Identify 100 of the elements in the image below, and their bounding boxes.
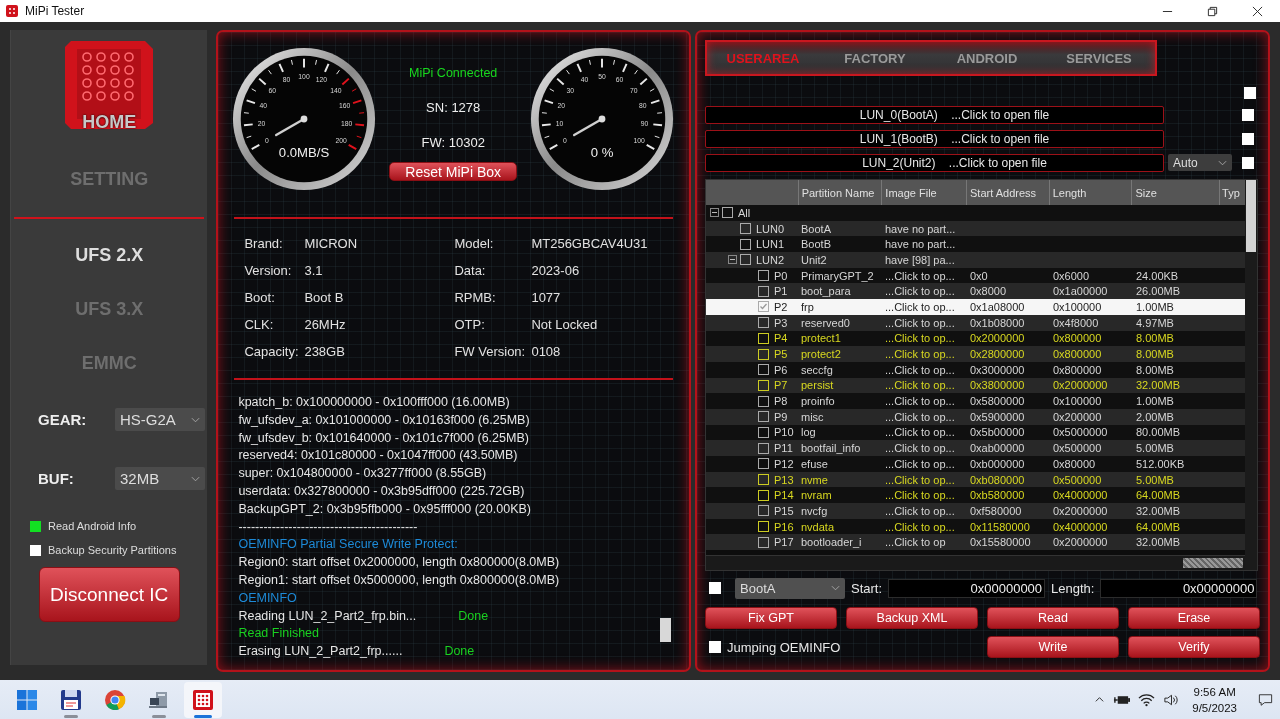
action-button[interactable]: Write <box>987 636 1119 658</box>
log-line: Reading LUN_2_Part2_frp.bin... <box>238 607 417 625</box>
table-cell: 0x2000000 <box>1053 536 1108 549</box>
collapse-icon[interactable] <box>710 208 719 218</box>
checkbox[interactable] <box>1242 132 1254 145</box>
checkbox[interactable] <box>758 536 769 548</box>
restore-icon[interactable] <box>1207 5 1218 17</box>
checkbox[interactable] <box>758 332 769 344</box>
checkbox[interactable] <box>722 207 733 219</box>
start-icon[interactable] <box>15 687 39 712</box>
browser-icon[interactable] <box>103 687 127 712</box>
scrollbar-thumb[interactable] <box>660 618 671 642</box>
checkbox[interactable] <box>740 238 751 250</box>
table-cell: 64.00MB <box>1136 520 1181 533</box>
checkbox[interactable] <box>30 520 41 532</box>
horizontal-scrollbar[interactable] <box>706 555 1245 570</box>
tree-label: P14 <box>774 489 794 502</box>
checkbox[interactable] <box>758 270 769 282</box>
checkbox[interactable] <box>758 458 769 470</box>
checkbox[interactable] <box>758 489 769 501</box>
checkbox[interactable] <box>758 426 769 438</box>
length-field[interactable]: 0x00000000 <box>1100 578 1258 598</box>
checkbox[interactable] <box>758 505 769 517</box>
dropdown[interactable]: HS-G2A <box>115 408 205 431</box>
gauge-needle <box>275 115 308 137</box>
action-button[interactable]: Erase <box>1128 607 1260 629</box>
table-row[interactable]: LUN2 Unit2 have [98] pa... <box>706 252 1245 268</box>
floppy-icon[interactable] <box>59 687 83 712</box>
speaker-icon[interactable] <box>1163 692 1181 707</box>
checkbox-label: Read Android Info <box>48 520 137 532</box>
clock-time[interactable]: 9:56 AM <box>1193 683 1236 700</box>
tab[interactable]: FACTORY <box>819 49 931 67</box>
checkbox[interactable] <box>758 285 769 297</box>
table-cell: BootA <box>801 222 831 235</box>
action-button[interactable]: Read <box>987 607 1119 629</box>
file-picker[interactable]: LUN_1(BootB) ...Click to open file <box>705 129 1164 148</box>
table-cell: 0x4000000 <box>1053 520 1108 533</box>
action-button[interactable]: Backup XML <box>846 607 978 629</box>
start-field[interactable]: 0x00000000 <box>888 578 1046 598</box>
table-cell: 80.00MB <box>1136 426 1181 439</box>
info-label: Data: <box>454 263 487 278</box>
table-cell: 0x100000 <box>1053 395 1102 408</box>
table-row[interactable]: P5 protect2 ...Click to op... 0x2800000 0x800000 8.00MB <box>706 346 1245 362</box>
checkbox[interactable] <box>740 254 751 266</box>
table-cell: 8.00MB <box>1136 332 1174 345</box>
tree-label: P15 <box>774 504 794 517</box>
checkbox[interactable] <box>758 442 769 454</box>
table-row[interactable]: P1 boot_para ...Click to op... 0x8000 0x1a00000 26.00MB <box>706 283 1245 300</box>
info-value: MT256GBCAV4U31 <box>531 236 649 251</box>
table-row[interactable]: P17 bootloader_i ...Click to op 0x15580000 0x2000000 32.00MB <box>706 534 1245 551</box>
action-button[interactable]: Fix GPT <box>705 607 837 629</box>
file-picker[interactable]: LUN_0(BootA) ...Click to open file <box>705 105 1164 124</box>
checkbox[interactable] <box>758 364 769 376</box>
checkbox[interactable] <box>709 641 721 653</box>
dropdown[interactable]: 32MB <box>115 467 205 490</box>
table-cell: BootB <box>801 238 831 251</box>
wifi-icon[interactable] <box>1138 692 1156 707</box>
tree-label: P12 <box>774 457 794 470</box>
info-label: Model: <box>454 236 495 251</box>
reset-button[interactable]: Reset MiPi Box <box>389 162 518 181</box>
table-cell: ...Click to op... <box>885 442 955 455</box>
checkbox[interactable] <box>758 379 769 391</box>
checkbox[interactable] <box>1242 108 1254 121</box>
checkbox[interactable] <box>758 317 769 329</box>
mode-dropdown[interactable]: Auto <box>1168 154 1232 171</box>
table-cell: nvram <box>801 489 832 502</box>
action-button[interactable]: Verify <box>1128 636 1260 658</box>
table-cell: 4.97MB <box>1136 316 1174 329</box>
tab[interactable]: ANDROID <box>931 49 1043 67</box>
clock-date[interactable]: 9/5/2023 <box>1192 699 1237 716</box>
lun-dropdown[interactable]: BootA <box>735 577 845 599</box>
table-row[interactable]: P2 frp ...Click to op... 0x1a08000 0x100000 1.00MB <box>706 299 1245 315</box>
table-cell: 0x5b00000 <box>970 426 1025 439</box>
checkbox[interactable] <box>740 223 751 235</box>
file-picker[interactable]: LUN_2(Unit2) ...Click to open file <box>705 153 1164 172</box>
info-label: Boot: <box>244 290 276 305</box>
checkbox[interactable] <box>758 395 769 407</box>
caret-up-icon[interactable] <box>1094 694 1106 705</box>
table-row[interactable]: P15 nvcfg ...Click to op... 0xf580000 0x2000000 32.00MB <box>706 503 1245 519</box>
table-cell: 0x3800000 <box>970 379 1025 392</box>
tab[interactable]: SERVICES <box>1043 49 1155 67</box>
disconnect-button[interactable]: Disconnect IC <box>38 567 180 622</box>
checkbox[interactable] <box>1242 156 1254 169</box>
table-cell: 0x11580000 <box>970 520 1030 533</box>
vertical-scrollbar[interactable] <box>1245 180 1257 570</box>
checkbox[interactable] <box>709 582 721 594</box>
checkbox[interactable] <box>758 521 769 533</box>
app-icon[interactable] <box>191 687 215 712</box>
table-row[interactable]: P11 bootfail_info ...Click to op... 0xab00000 0x500000 5.00MB <box>706 440 1245 456</box>
checkbox[interactable] <box>758 474 769 486</box>
checkbox[interactable] <box>1244 87 1256 99</box>
checkbox[interactable] <box>758 301 769 313</box>
table-cell: 5.00MB <box>1136 473 1174 486</box>
checkbox[interactable] <box>758 348 769 360</box>
mode-item[interactable]: UFS 2.X <box>75 245 144 266</box>
collapse-icon[interactable] <box>728 255 737 265</box>
notification-icon[interactable] <box>1257 692 1274 707</box>
checkbox[interactable] <box>30 544 41 556</box>
checkbox[interactable] <box>758 411 769 423</box>
close-icon[interactable] <box>1252 5 1263 17</box>
